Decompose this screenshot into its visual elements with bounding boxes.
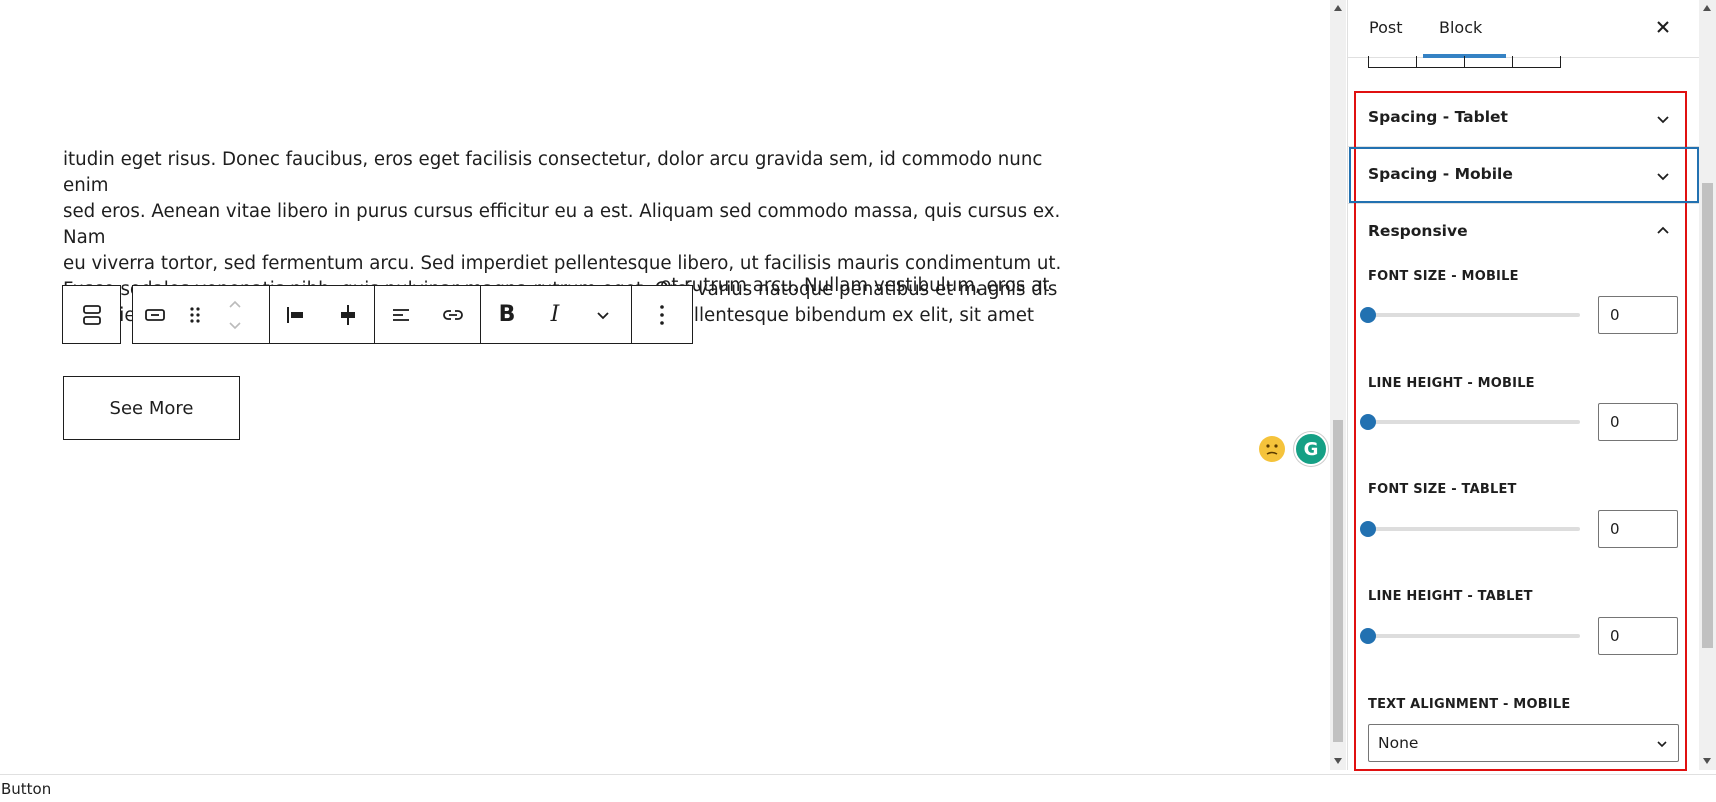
tab-block[interactable]: Block: [1439, 18, 1482, 37]
format-group: B I: [480, 285, 632, 344]
chevron-down-icon: [1657, 173, 1669, 181]
bold-icon[interactable]: B: [481, 286, 533, 343]
scroll-down-icon[interactable]: [1334, 758, 1342, 764]
panel-spacing-tablet-title: Spacing - Tablet: [1368, 108, 1508, 126]
line-height-tablet-slider-thumb[interactable]: [1360, 628, 1376, 644]
sidebar-scrollbar-thumb[interactable]: [1702, 183, 1713, 648]
line-height-mobile-input[interactable]: 0: [1598, 403, 1678, 441]
chevron-down-icon: [1657, 116, 1669, 124]
block-tools-group: [132, 285, 270, 344]
tab-post[interactable]: Post: [1369, 18, 1402, 37]
see-more-button[interactable]: See More: [63, 376, 240, 440]
drag-handle-icon[interactable]: [177, 286, 213, 343]
segmented-control-partial[interactable]: [1368, 56, 1561, 68]
align-link-group: [374, 285, 481, 344]
justify-center-icon[interactable]: [322, 286, 374, 343]
font-size-tablet-slider-thumb[interactable]: [1360, 521, 1376, 537]
panel-responsive-title: Responsive: [1368, 222, 1468, 240]
align-icon[interactable]: [375, 286, 427, 343]
options-group: [631, 285, 693, 344]
chevron-down-icon: [1657, 741, 1667, 748]
text-alignment-mobile-value: None: [1378, 734, 1419, 752]
line-height-mobile-slider[interactable]: [1368, 420, 1580, 424]
sidebar-scrollbar[interactable]: [1699, 0, 1716, 770]
button-block-icon[interactable]: [133, 286, 177, 343]
select-parent-button[interactable]: [62, 285, 121, 344]
justify-left-icon[interactable]: [270, 286, 322, 343]
font-size-mobile-input[interactable]: 0: [1598, 296, 1678, 334]
font-size-tablet-label: FONT SIZE - TABLET: [1368, 482, 1517, 497]
panel-responsive[interactable]: Responsive: [1348, 206, 1699, 261]
font-size-mobile-label: FONT SIZE - MOBILE: [1368, 269, 1519, 284]
scroll-down-icon[interactable]: [1703, 758, 1711, 764]
line-height-tablet-input[interactable]: 0: [1598, 617, 1678, 655]
font-size-tablet-input[interactable]: 0: [1598, 510, 1678, 548]
editor-canvas: itudin eget risus. Donec faucibus, eros …: [0, 0, 1330, 770]
canvas-scrollbar-thumb[interactable]: [1333, 420, 1343, 742]
font-size-mobile-slider-thumb[interactable]: [1360, 307, 1376, 323]
line-height-tablet-slider[interactable]: [1368, 634, 1580, 638]
paragraph-tail[interactable]: et rutrum arcu. Nullam vestibulum, eros …: [660, 273, 1049, 299]
emoji-icon[interactable]: [1259, 436, 1285, 462]
justify-group: [269, 285, 375, 344]
link-icon[interactable]: [427, 286, 479, 343]
move-up-down-icon[interactable]: [213, 286, 257, 343]
sidebar-tabs: Post Block: [1348, 0, 1699, 58]
line-height-tablet-label: LINE HEIGHT - TABLET: [1368, 589, 1533, 604]
canvas-scrollbar[interactable]: [1330, 0, 1346, 770]
settings-sidebar: Post Block Spacing - Tablet Spacing - Mo…: [1347, 0, 1699, 770]
line-height-mobile-label: LINE HEIGHT - MOBILE: [1368, 376, 1535, 391]
panel-spacing-mobile[interactable]: Spacing - Mobile: [1348, 149, 1699, 204]
grammarly-icon[interactable]: G: [1294, 432, 1328, 466]
options-icon[interactable]: [632, 286, 692, 343]
block-breadcrumb: Button: [0, 774, 1716, 802]
scroll-up-icon[interactable]: [1334, 5, 1342, 11]
scroll-up-icon[interactable]: [1703, 5, 1711, 11]
font-size-mobile-slider[interactable]: [1368, 313, 1580, 317]
italic-icon[interactable]: I: [533, 286, 577, 343]
line-height-mobile-slider-thumb[interactable]: [1360, 414, 1376, 430]
panel-spacing-mobile-title: Spacing - Mobile: [1368, 165, 1513, 183]
buttons-parent-icon[interactable]: [63, 286, 120, 343]
chevron-up-icon: [1657, 226, 1669, 234]
close-sidebar-icon[interactable]: [1650, 14, 1676, 40]
font-size-tablet-slider[interactable]: [1368, 527, 1580, 531]
panel-spacing-tablet[interactable]: Spacing - Tablet: [1348, 92, 1699, 147]
text-alignment-mobile-label: TEXT ALIGNMENT - MOBILE: [1368, 697, 1571, 712]
breadcrumb-item[interactable]: Button: [1, 780, 51, 798]
text-alignment-mobile-select[interactable]: None: [1368, 724, 1679, 762]
more-rich-text-icon[interactable]: [577, 286, 629, 343]
